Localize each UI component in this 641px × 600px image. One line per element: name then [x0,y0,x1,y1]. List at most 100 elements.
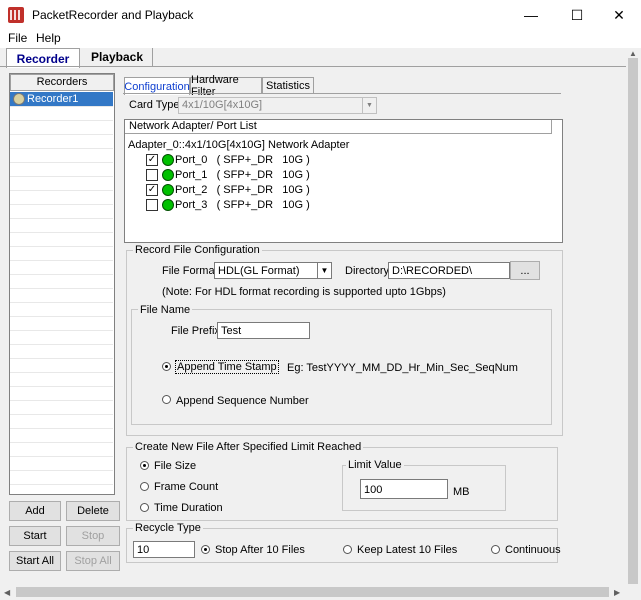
file-format-value: HDL(GL Format) [218,265,300,277]
recorder-status-icon [13,93,25,105]
port-status-icon [162,184,174,196]
horizontal-scroll-thumb[interactable] [16,587,609,597]
keep-latest-label[interactable]: Keep Latest 10 Files [357,544,457,556]
card-type-label: Card Type [129,99,180,111]
file-format-label: File Format [162,265,218,277]
recycle-count-input[interactable]: 10 [133,541,195,558]
card-type-value: 4x1/10G[4x10G] [182,99,263,111]
close-icon[interactable]: ✕ [596,0,641,30]
directory-input[interactable]: D:\RECORDED\ [388,262,510,279]
limit-value-input[interactable]: 100 [360,479,448,499]
file-prefix-input[interactable]: Test [217,322,310,339]
limit-unit: MB [453,486,470,498]
card-type-select[interactable]: 4x1/10G[4x10G] ▼ [178,97,377,114]
keep-latest-radio[interactable] [343,545,352,554]
port-checkbox[interactable]: ✓ [146,184,158,196]
port-label: Port_0 ( SFP+_DR 10G ) [175,154,310,166]
file-name-title: File Name [138,304,193,316]
list-row-line [10,190,113,191]
list-row-line [10,148,113,149]
list-row-line [10,260,113,261]
port-checkbox[interactable]: ✓ [146,154,158,166]
file-size-label[interactable]: File Size [154,460,196,472]
list-row-line [10,470,113,471]
scroll-left-icon[interactable]: ◀ [4,588,10,597]
check-icon: ✓ [147,184,157,195]
list-row-line [10,372,113,373]
adapter-port-list[interactable] [124,119,563,243]
port-checkbox[interactable] [146,169,158,181]
append-sequence-label[interactable]: Append Sequence Number [176,395,309,407]
port-status-icon [162,169,174,181]
stop-all-button[interactable]: Stop All [66,551,120,571]
recorders-list[interactable] [9,73,115,495]
tab-hardware-filter[interactable]: Hardware Filter [190,74,262,98]
tab-playback[interactable]: Playback [82,48,153,66]
tab-recorder[interactable]: Recorder [6,48,80,68]
stop-after-label[interactable]: Stop After 10 Files [215,544,305,556]
delete-button[interactable]: Delete [66,501,120,521]
list-row-line [10,484,113,485]
port-label: Port_1 ( SFP+_DR 10G ) [175,169,310,181]
frame-count-radio[interactable] [140,482,149,491]
file-size-radio[interactable] [140,461,149,470]
port-status-icon [162,154,174,166]
new-file-limit-title: Create New File After Specified Limit Re… [133,441,364,453]
recorder-label: Recorder1 [27,93,79,105]
list-row-line [10,288,113,289]
add-button[interactable]: Add [9,501,61,521]
list-row-line [10,330,113,331]
start-button[interactable]: Start [9,526,61,546]
file-prefix-label: File Prefix [171,325,220,337]
continuous-label[interactable]: Continuous [505,544,561,556]
adapter-list-header: Network Adapter/ Port List [125,120,552,134]
port-status-icon [162,199,174,211]
list-row-line [10,218,113,219]
adapter-name: Adapter_0::4x1/10G[4x10G] Network Adapte… [128,139,350,151]
recorders-header: Recorders [10,74,114,91]
chevron-down-icon: ▼ [362,98,376,113]
list-row-line [10,134,113,135]
recycle-type-title: Recycle Type [133,522,203,534]
stop-button[interactable]: Stop [66,526,120,546]
window-title: PacketRecorder and Playback [32,8,194,22]
list-row-line [10,176,113,177]
port-label: Port_3 ( SFP+_DR 10G ) [175,199,310,211]
start-all-button[interactable]: Start All [9,551,61,571]
scroll-right-icon[interactable]: ▶ [614,588,620,597]
append-timestamp-radio[interactable] [162,362,171,371]
append-timestamp-label[interactable]: Append Time Stamp [175,360,279,374]
list-row-line [10,344,113,345]
tab-divider [0,66,641,67]
append-sequence-radio[interactable] [162,395,171,404]
list-row-line [10,316,113,317]
vertical-scroll-thumb[interactable] [628,58,638,588]
port-label: Port_2 ( SFP+_DR 10G ) [175,184,310,196]
minimize-icon[interactable]: — [508,0,554,30]
maximize-icon[interactable]: ☐ [554,0,600,30]
time-duration-label[interactable]: Time Duration [154,502,223,514]
menu-help[interactable]: Help [36,31,61,45]
list-row-line [10,414,113,415]
limit-value-title: Limit Value [346,459,404,471]
time-duration-radio[interactable] [140,503,149,512]
tab-statistics[interactable]: Statistics [262,77,314,94]
list-row-line [10,120,113,121]
list-row-line [10,274,113,275]
chevron-down-icon: ▼ [317,263,331,278]
port-checkbox[interactable] [146,199,158,211]
subtab-divider [123,93,561,94]
file-format-select[interactable]: HDL(GL Format) ▼ [214,262,332,279]
list-item-recorder1[interactable]: Recorder1 [10,92,113,106]
list-row-line [10,386,113,387]
continuous-radio[interactable] [491,545,500,554]
list-row-line [10,456,113,457]
check-icon: ✓ [147,154,157,165]
menu-file[interactable]: File [8,31,27,45]
frame-count-label[interactable]: Frame Count [154,481,218,493]
scroll-up-icon[interactable]: ▲ [629,49,637,58]
list-row-line [10,400,113,401]
browse-button[interactable]: ... [510,261,540,280]
list-row-line [10,428,113,429]
stop-after-radio[interactable] [201,545,210,554]
